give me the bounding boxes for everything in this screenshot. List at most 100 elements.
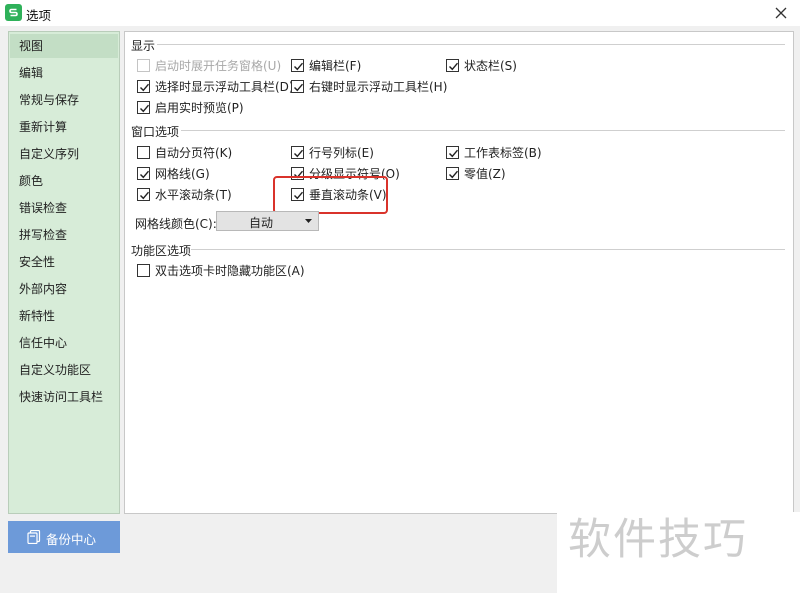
option-float-toolbar-on-right-click[interactable]: 右键时显示浮动工具栏(H) [291, 78, 447, 94]
dropdown-arrow-icon [305, 219, 312, 223]
wps-app-icon [5, 4, 22, 21]
sidebar-item-label: 信任中心 [19, 336, 68, 350]
group-divider [191, 249, 785, 250]
sidebar-item-security[interactable]: 安全性 [10, 250, 118, 274]
checkmark-icon [449, 62, 459, 70]
checkbox[interactable] [291, 145, 304, 159]
checkbox[interactable] [291, 79, 304, 93]
highlight-annotation-box [273, 176, 388, 214]
checkmark-icon [294, 149, 304, 157]
checkbox[interactable] [137, 187, 150, 201]
checkbox[interactable] [137, 166, 150, 180]
sidebar-item-new-features[interactable]: 新特性 [10, 304, 118, 328]
title-bar: 选项 [0, 0, 800, 26]
checkbox[interactable] [137, 79, 150, 93]
sidebar-item-trust-center[interactable]: 信任中心 [10, 331, 118, 355]
gridline-color-dropdown[interactable]: 自动 [216, 211, 319, 231]
sidebar-item-color[interactable]: 颜色 [10, 169, 118, 193]
sidebar-item-label: 常规与保存 [19, 93, 80, 107]
sidebar-item-label: 编辑 [19, 66, 44, 80]
sidebar-item-label: 视图 [19, 39, 44, 53]
dropdown-value: 自动 [249, 216, 274, 230]
option-live-preview[interactable]: 启用实时预览(P) [137, 99, 244, 115]
option-status-bar[interactable]: 状态栏(S) [446, 57, 517, 73]
option-sheet-tabs[interactable]: 工作表标签(B) [446, 144, 542, 160]
option-formula-bar[interactable]: 编辑栏(F) [291, 57, 361, 73]
option-label: 启动时展开任务窗格(U) [155, 58, 282, 73]
checkmark-icon [140, 83, 150, 91]
backup-center-button[interactable]: 备份中心 [8, 521, 120, 553]
sidebar-item-external-content[interactable]: 外部内容 [10, 277, 118, 301]
option-label: 启用实时预览(P) [155, 100, 244, 115]
option-label: 网格线(G) [155, 166, 210, 181]
checkmark-icon [294, 62, 304, 70]
checkmark-icon [140, 104, 150, 112]
sidebar-item-error-check[interactable]: 错误检查 [10, 196, 118, 220]
option-float-toolbar-on-select[interactable]: 选择时显示浮动工具栏(D) [137, 78, 294, 94]
close-button[interactable] [770, 2, 792, 24]
option-expand-task-pane[interactable]: 启动时展开任务窗格(U) [137, 57, 281, 73]
option-label: 工作表标签(B) [464, 145, 542, 160]
sidebar-item-edit[interactable]: 编辑 [10, 61, 118, 85]
sidebar-item-label: 拼写检查 [19, 228, 68, 242]
sidebar-item-custom-lists[interactable]: 自定义序列 [10, 142, 118, 166]
option-horizontal-scrollbar[interactable]: 水平滚动条(T) [137, 186, 232, 202]
sidebar-item-label: 外部内容 [19, 282, 68, 296]
close-icon [775, 7, 787, 19]
option-label: 自动分页符(K) [155, 145, 233, 160]
sidebar-item-view[interactable]: 视图 [10, 34, 118, 58]
checkbox[interactable] [446, 145, 459, 159]
checkbox[interactable] [137, 263, 150, 277]
sidebar-item-label: 新特性 [19, 309, 56, 323]
checkmark-icon [449, 170, 459, 178]
option-label: 零值(Z) [464, 166, 506, 181]
sidebar-item-label: 自定义序列 [19, 147, 80, 161]
option-label: 行号列标(E) [309, 145, 374, 160]
sidebar-item-quick-access-toolbar[interactable]: 快速访问工具栏 [10, 385, 118, 409]
checkbox[interactable] [446, 58, 459, 72]
option-label: 选择时显示浮动工具栏(D) [155, 79, 294, 94]
group-title-ribbon-options: 功能区选项 [131, 242, 196, 259]
checkmark-icon [140, 191, 150, 199]
checkmark-icon [140, 170, 150, 178]
group-divider [181, 130, 785, 131]
group-title-display: 显示 [131, 37, 160, 54]
checkbox[interactable] [137, 58, 150, 72]
sidebar-item-label: 错误检查 [19, 201, 68, 215]
checkbox[interactable] [137, 145, 150, 159]
group-divider [157, 44, 785, 45]
options-content-panel: 显示 启动时展开任务窗格(U) 编辑栏(F) 状态栏(S) 选择时显示浮动工具栏… [124, 31, 794, 514]
options-dialog: 选项 视图 编辑 常规与保存 重新计算 自定义序列 颜色 错误检查 拼写检查 安… [0, 0, 800, 593]
checkmark-icon [294, 83, 304, 91]
option-hide-ribbon-on-double-click[interactable]: 双击选项卡时隐藏功能区(A) [137, 262, 305, 278]
option-auto-page-break[interactable]: 自动分页符(K) [137, 144, 232, 160]
option-label: 右键时显示浮动工具栏(H) [309, 79, 448, 94]
sidebar-item-label: 快速访问工具栏 [19, 390, 104, 404]
checkbox[interactable] [291, 58, 304, 72]
sidebar-item-label: 颜色 [19, 174, 44, 188]
checkbox[interactable] [137, 100, 150, 114]
gridline-color-label: 网格线颜色(C): [135, 217, 217, 231]
options-sidebar: 视图 编辑 常规与保存 重新计算 自定义序列 颜色 错误检查 拼写检查 安全性 … [8, 31, 120, 514]
option-label: 水平滚动条(T) [155, 187, 232, 202]
window-title: 选项 [26, 8, 52, 23]
group-title-window-options: 窗口选项 [131, 123, 184, 140]
option-label: 状态栏(S) [464, 58, 517, 73]
option-row-column-headers[interactable]: 行号列标(E) [291, 144, 374, 160]
sidebar-item-recalculate[interactable]: 重新计算 [10, 115, 118, 139]
sidebar-item-label: 安全性 [19, 255, 56, 269]
option-label: 编辑栏(F) [309, 58, 362, 73]
option-gridlines[interactable]: 网格线(G) [137, 165, 210, 181]
sidebar-item-general-save[interactable]: 常规与保存 [10, 88, 118, 112]
sidebar-item-label: 自定义功能区 [19, 363, 92, 377]
option-label: 双击选项卡时隐藏功能区(A) [155, 263, 305, 278]
backup-icon [27, 530, 41, 544]
sidebar-item-customize-ribbon[interactable]: 自定义功能区 [10, 358, 118, 382]
option-zero-values[interactable]: 零值(Z) [446, 165, 506, 181]
checkmark-icon [449, 149, 459, 157]
sidebar-item-spell-check[interactable]: 拼写检查 [10, 223, 118, 247]
backup-button-label: 备份中心 [46, 532, 97, 547]
sidebar-item-label: 重新计算 [19, 120, 68, 134]
watermark-text: 软件技巧 [568, 515, 748, 565]
checkbox[interactable] [446, 166, 459, 180]
